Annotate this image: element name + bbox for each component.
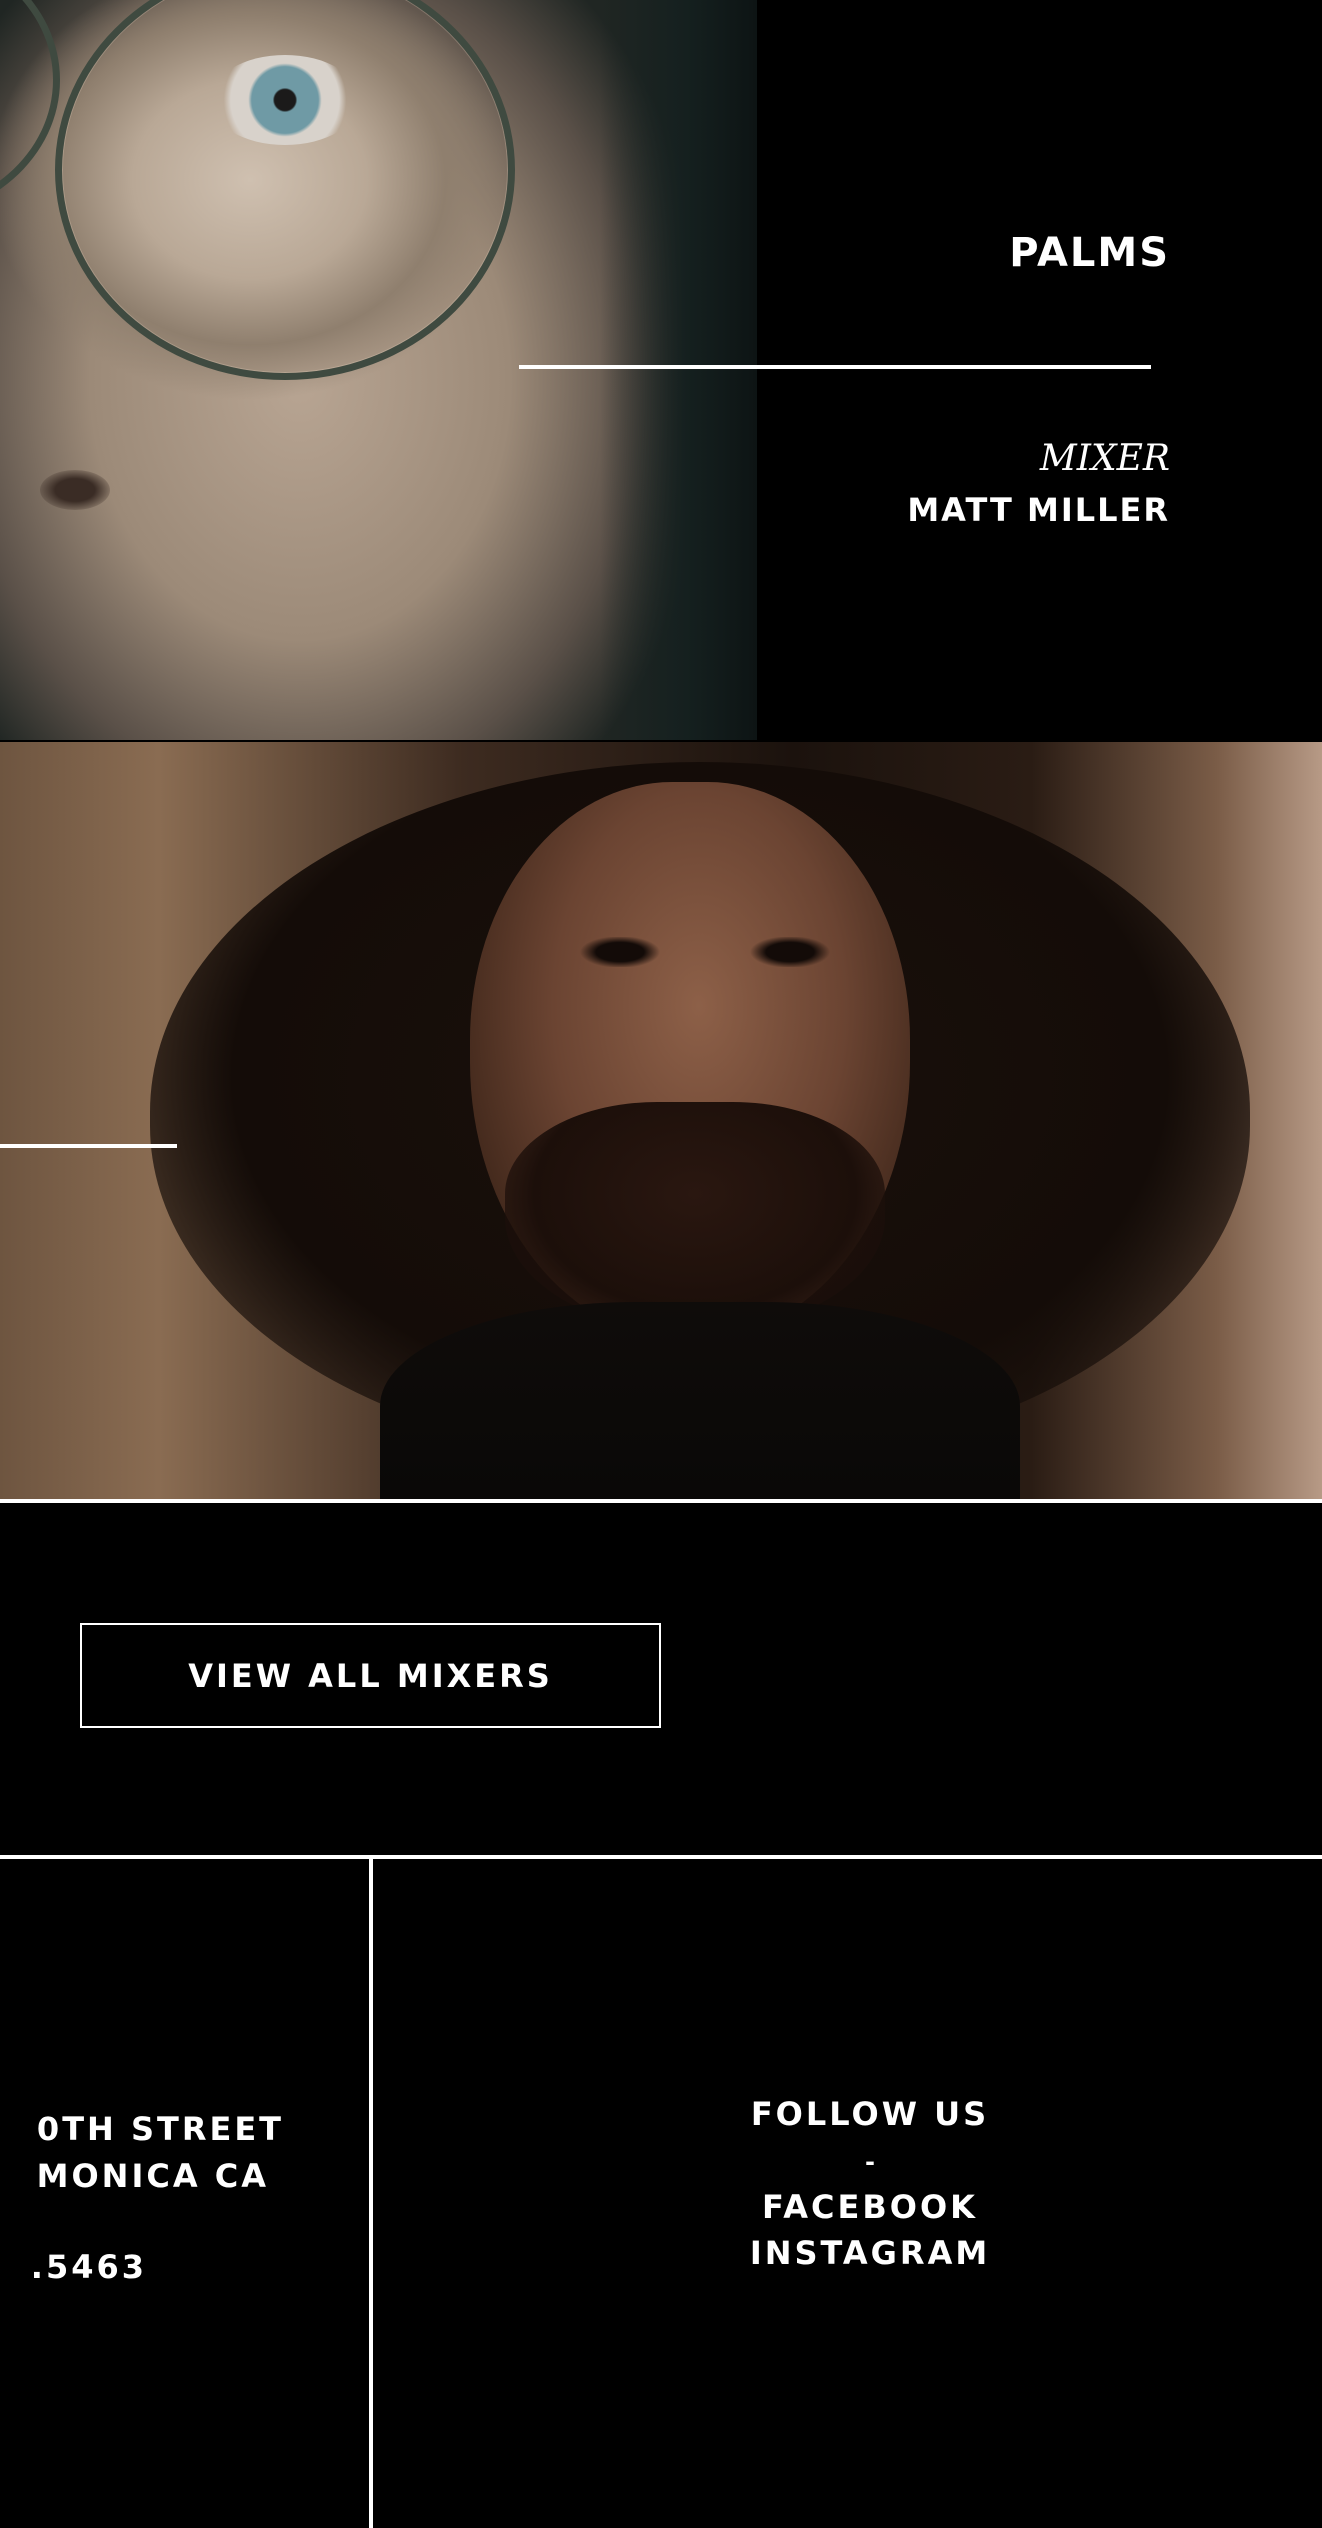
follow-separator: - <box>865 2148 875 2176</box>
card-divider-rule <box>0 1144 177 1148</box>
glasses-lens-left <box>0 0 60 220</box>
glasses-lens-right <box>55 0 515 380</box>
credit-role: MIXER <box>1039 438 1170 479</box>
address-city: MONICA CA <box>36 2157 269 2195</box>
view-all-mixers-button[interactable]: VIEW ALL MIXERS <box>80 1623 661 1728</box>
project-title: PALMS <box>1009 230 1170 276</box>
nose-detail <box>40 470 110 510</box>
follow-us-heading: FOLLOW US <box>750 2095 990 2133</box>
title-divider-rule <box>519 365 1151 369</box>
address-street: 0TH STREET <box>36 2110 284 2148</box>
facebook-link[interactable]: FACEBOOK <box>560 2188 1180 2226</box>
hair-detail <box>600 0 757 740</box>
eyes-detail <box>575 937 835 967</box>
beard-detail <box>505 1102 885 1332</box>
credit-name: MATT MILLER <box>907 491 1170 529</box>
footer-column-divider <box>369 1857 373 2528</box>
project-card-palms[interactable]: PALMS MIXER MATT MILLER <box>0 0 1322 740</box>
project-still-image <box>0 0 757 740</box>
collar-detail <box>380 1302 1020 1499</box>
project-card-2[interactable] <box>0 742 1322 1499</box>
footer-top-border <box>0 1855 1322 1859</box>
section-border <box>0 1499 1322 1503</box>
phone-number[interactable]: .5463 <box>31 2248 147 2286</box>
instagram-link[interactable]: INSTAGRAM <box>560 2234 1180 2272</box>
